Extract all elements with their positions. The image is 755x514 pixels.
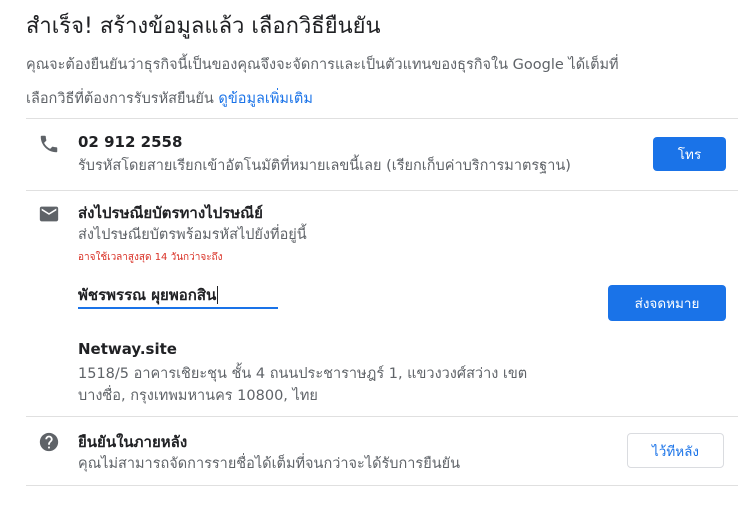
help-icon: [38, 431, 60, 453]
learn-more-link[interactable]: ดูข้อมูลเพิ่มเติม: [218, 91, 312, 107]
page-title: สำเร็จ! สร้างข้อมูลแล้ว เลือกวิธียืนยัน: [26, 14, 381, 39]
intro-line-1: คุณจะต้องยืนยันว่าธุรกิจนี้เป็นของคุณจึง…: [26, 57, 619, 73]
mail-icon: [38, 203, 60, 225]
mail-option-description: ส่งไปรษณียบัตรพร้อมรหัสไปยังที่อยู่นี้: [78, 227, 307, 243]
phone-number: 02 912 2558: [78, 133, 183, 151]
phone-icon: [38, 133, 60, 155]
intro-line-2: เลือกวิธีที่ต้องการรับรหัสยืนยัน ดูข้อมู…: [26, 82, 726, 116]
divider: [26, 485, 738, 486]
recipient-name-value: พัชรพรรณ ผุยพอกสิน: [78, 286, 217, 304]
divider: [26, 416, 738, 417]
divider: [26, 118, 738, 119]
divider: [26, 190, 738, 191]
text-caret: [217, 286, 219, 304]
delivery-warning: อาจใช้เวลาสูงสุด 14 วันกว่าจะถึง: [78, 252, 223, 263]
business-name: Netway.site: [78, 340, 177, 358]
call-button[interactable]: โทร: [653, 137, 726, 171]
recipient-name-input[interactable]: พัชรพรรณ ผุยพอกสิน: [78, 283, 278, 309]
intro-line-2-text: เลือกวิธีที่ต้องการรับรหัสยืนยัน: [26, 91, 214, 107]
verify-later-button[interactable]: ไว้ทีหลัง: [627, 433, 724, 468]
mail-option-title: ส่งไปรษณียบัตรทางไปรษณีย์: [78, 204, 263, 222]
address-line-2: บางซื่อ, กรุงเทพมหานคร 10800, ไทย: [78, 388, 318, 404]
address-line-1: 1518/5 อาคารเชิยะชุน ชั้น 4 ถนนประชาราษฎ…: [78, 366, 528, 382]
intro-text: คุณจะต้องยืนยันว่าธุรกิจนี้เป็นของคุณจึง…: [26, 48, 726, 116]
later-option-title: ยืนยันในภายหลัง: [78, 433, 188, 451]
later-option-description: คุณไม่สามารถจัดการรายชื่อได้เต็มที่จนกว่…: [78, 456, 461, 472]
send-mail-button[interactable]: ส่งจดหมาย: [608, 285, 726, 321]
phone-description: รับรหัสโดยสายเรียกเข้าอัตโนมัติที่หมายเล…: [78, 158, 571, 174]
